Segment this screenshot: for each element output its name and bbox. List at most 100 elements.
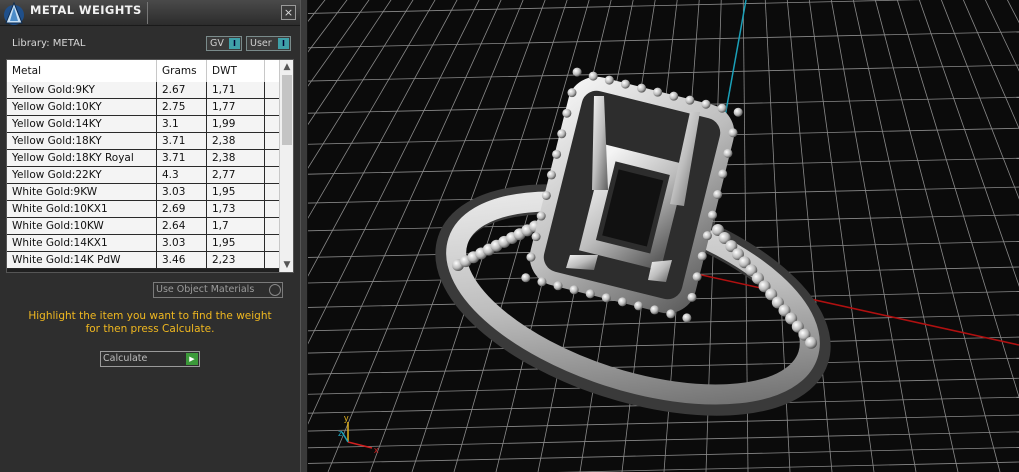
cell-grams: 3.46 [157, 252, 207, 268]
calculate-button[interactable]: Calculate ▶ [100, 351, 200, 367]
cell-grams: 3.03 [157, 235, 207, 251]
scroll-down-icon[interactable]: ▼ [280, 258, 293, 272]
cell-dwt: 1,7 [207, 218, 265, 234]
halo-bead [669, 91, 679, 101]
halo-bead [537, 277, 547, 287]
halo-bead [650, 305, 660, 315]
halo-bead [546, 170, 556, 180]
axis-gizmo: y x z [338, 413, 379, 455]
cell-dwt: 2,38 [207, 133, 265, 149]
halo-bead [604, 75, 614, 85]
gv-toggle-label: GV [210, 38, 224, 49]
halo-bead [687, 292, 697, 302]
cell-dwt: 2,38 [207, 150, 265, 166]
gizmo-x-label: x [374, 445, 379, 455]
ring-model [435, 67, 831, 416]
halo-bead [685, 95, 695, 105]
close-button[interactable]: × [281, 5, 296, 20]
gizmo-z-line [341, 431, 349, 443]
app-logo-icon [4, 1, 24, 25]
calculate-label: Calculate [103, 353, 148, 364]
cell-dwt: 1,95 [207, 184, 265, 200]
table-row[interactable]: White Gold:9KW 3.03 1,95 [7, 184, 279, 201]
viewport-scene: y x z [308, 0, 1019, 472]
table-row[interactable]: Yellow Gold:18KY 3.71 2,38 [7, 133, 279, 150]
table-row[interactable]: Yellow Gold:18KY Royal 3.71 2,38 [7, 150, 279, 167]
cell-grams: 4.3 [157, 167, 207, 183]
halo-bead [733, 107, 743, 117]
halo-bead [682, 313, 692, 323]
column-header-metal[interactable]: Metal [7, 60, 157, 82]
halo-bead [637, 83, 647, 93]
table-row[interactable]: White Gold:10KW 2.64 1,7 [7, 218, 279, 235]
panel-titlebar[interactable]: METAL WEIGHTS × [0, 0, 300, 26]
table-header: Metal Grams DWT [7, 60, 279, 82]
halo-bead [601, 293, 611, 303]
metal-weights-panel: METAL WEIGHTS × Library: METAL GV I User… [0, 0, 300, 472]
cell-metal: White Gold:14KX1 [7, 235, 157, 251]
halo-bead [653, 87, 663, 97]
grid-line-horizontal [308, 314, 1019, 332]
halo-bead [717, 103, 727, 113]
3d-viewport[interactable]: y x z [308, 0, 1019, 472]
use-object-materials-label: Use Object Materials [156, 284, 255, 295]
halo-bead [634, 301, 644, 311]
play-arrow-icon: ▶ [186, 353, 198, 365]
scroll-thumb[interactable] [282, 75, 292, 145]
grid-line-horizontal [308, 336, 1019, 354]
grid-line-horizontal [308, 447, 1019, 464]
scroll-up-icon[interactable]: ▲ [280, 60, 293, 74]
table-row[interactable]: White Gold:14K PdW 3.46 2,23 [7, 252, 279, 269]
cell-metal: Yellow Gold:18KY Royal [7, 150, 157, 166]
halo-bead [572, 67, 582, 77]
instruction-line-1: Highlight the item you want to find the … [28, 310, 272, 322]
cell-metal: White Gold:14K PdW [7, 252, 157, 268]
instruction-text: Highlight the item you want to find the … [10, 310, 290, 336]
halo-bead [718, 169, 728, 179]
cell-grams: 3.71 [157, 150, 207, 166]
halo-bead [569, 285, 579, 295]
cell-dwt: 2,77 [207, 167, 265, 183]
cell-dwt: 1,99 [207, 116, 265, 132]
halo-bead [713, 190, 723, 200]
table-row[interactable]: Yellow Gold:14KY 3.1 1,99 [7, 116, 279, 133]
prong-bottom-left [566, 255, 598, 270]
halo-bead [585, 289, 595, 299]
halo-bead [702, 231, 712, 241]
shank-bead [805, 336, 818, 349]
grid-line-horizontal [308, 414, 1019, 432]
panel-title: METAL WEIGHTS [30, 3, 142, 17]
metal-table: Metal Grams DWT Yellow Gold:9KY 2.67 1,71 Y… [6, 59, 294, 273]
table-scrollbar[interactable]: ▲ ▼ [279, 60, 293, 272]
use-object-materials-checkbox[interactable]: Use Object Materials [153, 282, 283, 298]
table-row[interactable]: Yellow Gold:22KY 4.3 2,77 [7, 167, 279, 184]
cell-grams: 3.1 [157, 116, 207, 132]
cell-metal: Yellow Gold:22KY [7, 167, 157, 183]
cell-dwt: 1,73 [207, 201, 265, 217]
halo-bead [557, 129, 567, 139]
cell-dwt: 2,23 [207, 252, 265, 268]
halo-bead [620, 79, 630, 89]
column-header-grams[interactable]: Grams [157, 60, 207, 82]
cell-metal: White Gold:10KX1 [7, 201, 157, 217]
grid-line-horizontal [308, 64, 1019, 82]
cell-dwt: 1,71 [207, 82, 265, 98]
table-row[interactable]: White Gold:10KX1 2.69 1,73 [7, 201, 279, 218]
halo-bead [531, 232, 541, 242]
table-row[interactable]: White Gold:14KX1 3.03 1,95 [7, 235, 279, 252]
halo-bead [723, 148, 733, 158]
column-header-dwt[interactable]: DWT [207, 60, 265, 82]
halo-bead [708, 210, 718, 220]
table-row[interactable]: Yellow Gold:10KY 2.75 1,77 [7, 99, 279, 116]
cell-grams: 2.69 [157, 201, 207, 217]
gv-toggle[interactable]: GV I [206, 36, 242, 51]
table-row[interactable]: Yellow Gold:9KY 2.67 1,71 [7, 82, 279, 99]
panel-splitter[interactable] [300, 0, 308, 472]
user-toggle[interactable]: User I [246, 36, 291, 51]
halo-bead [666, 309, 676, 319]
halo-bead [701, 99, 711, 109]
halo-bead [526, 252, 536, 262]
grid-line-horizontal [308, 431, 1019, 449]
cell-metal: Yellow Gold:10KY [7, 99, 157, 115]
halo-bead [552, 149, 562, 159]
